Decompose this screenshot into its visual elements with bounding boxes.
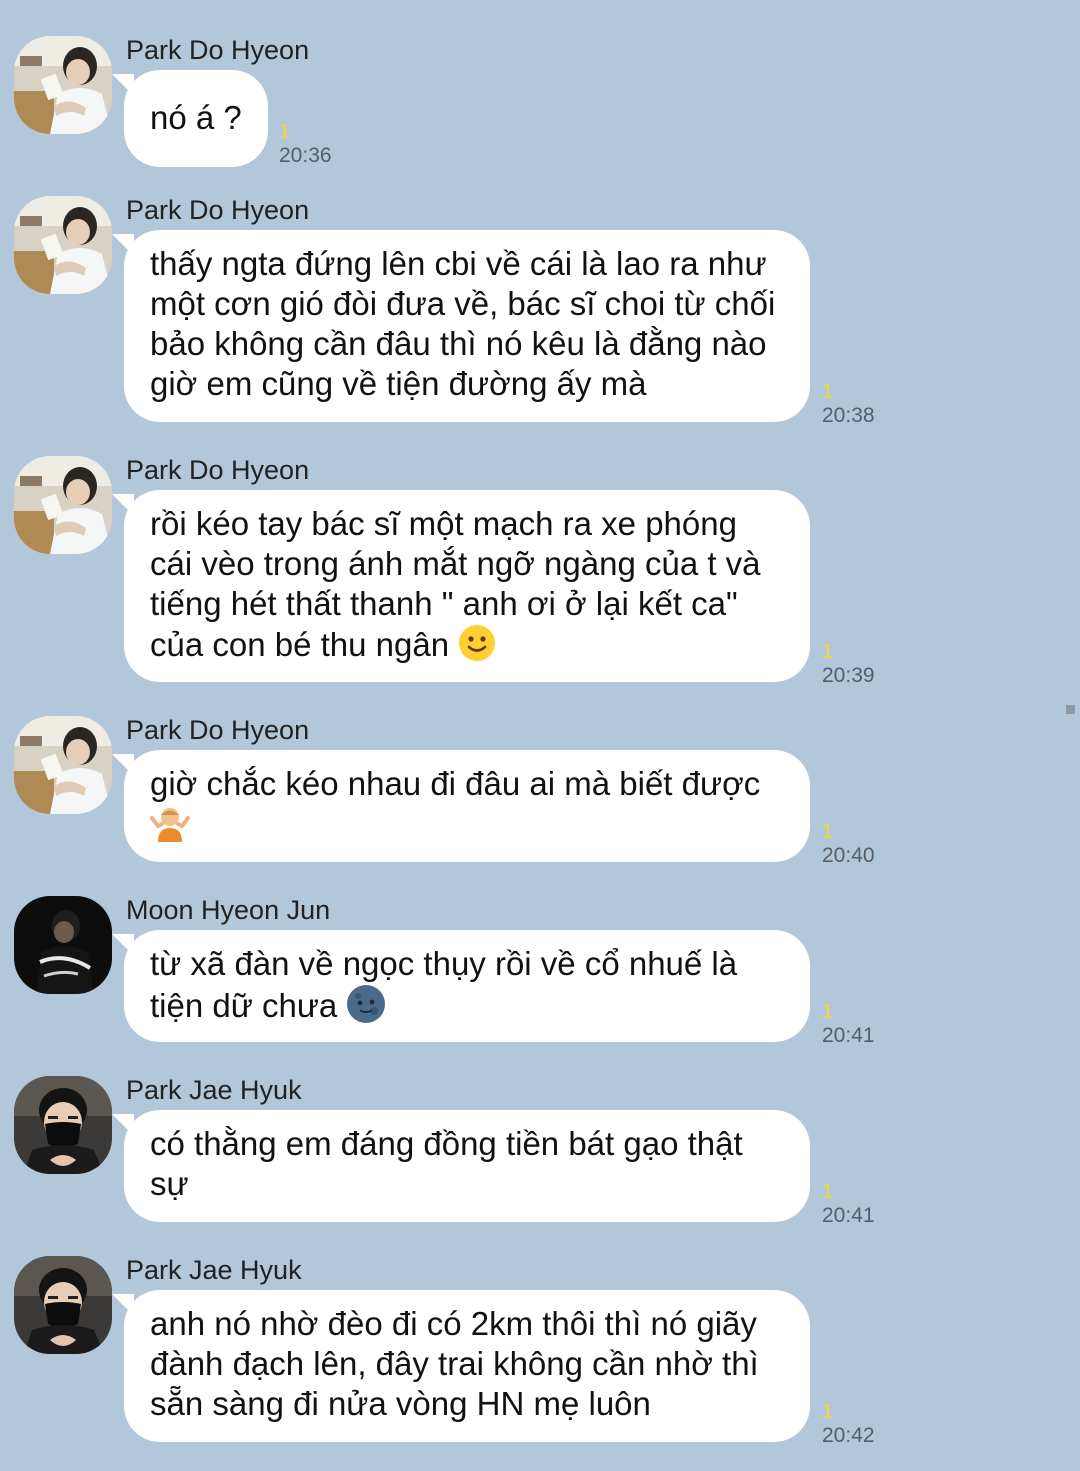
message-meta: 1 20:40 — [822, 821, 875, 869]
sender-name: Park Do Hyeon — [126, 35, 310, 65]
message-text-line: nó á ? — [150, 99, 242, 136]
message-text-line — [150, 804, 784, 851]
avatar[interactable] — [14, 456, 112, 554]
message-text-line: sẵn sàng đi nửa vòng HN mẹ luôn — [150, 1385, 651, 1422]
avatar[interactable] — [14, 1256, 112, 1354]
timestamp: 20:41 — [822, 1024, 875, 1047]
message-meta: 1 20:39 — [822, 641, 875, 689]
person-shrugging-icon — [150, 804, 190, 851]
message-text-line: từ xã đàn về ngọc thụy rồi về cổ nhuế là — [150, 945, 738, 982]
message-row: Park Jae Hyuk anh nó nhờ đèo đi có 2km t… — [0, 1254, 1080, 1449]
message-row: Park Jae Hyuk có thằng em đáng đồng tiền… — [0, 1074, 1080, 1229]
avatar[interactable] — [14, 1076, 112, 1174]
message-text-line: tiện dữ chưa — [150, 984, 784, 1033]
message-text-line: tiếng hét thất thanh " anh ơi ở lại kết … — [150, 585, 738, 622]
avatar[interactable] — [14, 716, 112, 814]
message-text-line: cái vèo trong ánh mắt ngỡ ngàng của t và — [150, 545, 761, 582]
timestamp: 20:36 — [279, 144, 332, 167]
unread-count: 1 — [822, 641, 834, 663]
avatar[interactable] — [14, 196, 112, 294]
sender-name: Park Do Hyeon — [126, 455, 310, 485]
message-bubble[interactable]: có thằng em đáng đồng tiền bát gạo thật … — [112, 1110, 810, 1222]
sender-name: Park Jae Hyuk — [126, 1075, 302, 1105]
message-meta: 1 20:42 — [822, 1401, 875, 1449]
avatar[interactable] — [14, 896, 112, 994]
message-text-line: của con bé thu ngân — [150, 624, 784, 671]
message-meta: 1 20:36 — [279, 121, 332, 169]
message-text-line: có thằng em đáng đồng tiền bát gạo thật — [150, 1125, 743, 1162]
message-text-line: giờ em cũng về tiện đường ấy mà — [150, 365, 647, 402]
message-text-line: thấy ngta đứng lên cbi về cái là lao ra … — [150, 245, 767, 282]
message-meta: 1 20:38 — [822, 381, 875, 429]
message-bubble[interactable]: rồi kéo tay bác sĩ một mạch ra xe phóng … — [112, 490, 810, 682]
message-text-fragment: tiện dữ chưa — [150, 987, 338, 1025]
message-bubble[interactable]: thấy ngta đứng lên cbi về cái là lao ra … — [112, 230, 810, 422]
message-meta: 1 20:41 — [822, 1001, 875, 1049]
message-text-line: anh nó nhờ đèo đi có 2km thôi thì nó giã… — [150, 1305, 757, 1342]
message-text-line: giờ chắc kéo nhau đi đâu ai mà biết được — [150, 765, 761, 802]
scrollbar-indicator[interactable] — [1066, 705, 1075, 714]
sender-name: Moon Hyeon Jun — [126, 895, 331, 925]
unread-count: 1 — [822, 381, 834, 403]
message-row: Park Do Hyeon giờ chắc kéo nhau đi đâu a… — [0, 714, 1080, 869]
message-text-line: sự — [150, 1165, 189, 1202]
sender-name: Park Jae Hyuk — [126, 1255, 302, 1285]
timestamp: 20:41 — [822, 1204, 875, 1227]
unread-count: 1 — [822, 1001, 834, 1023]
unread-count: 1 — [822, 1181, 834, 1203]
timestamp: 20:38 — [822, 404, 875, 427]
message-bubble[interactable]: từ xã đàn về ngọc thụy rồi về cổ nhuế là… — [112, 930, 810, 1042]
message-text-line: rồi kéo tay bác sĩ một mạch ra xe phóng — [150, 505, 737, 542]
unread-count: 1 — [822, 821, 834, 843]
message-bubble[interactable]: nó á ? — [112, 70, 268, 167]
message-text-line: đành đạch lên, đây trai không cần nhờ th… — [150, 1345, 759, 1382]
message-row: Park Do Hyeon thấy ngta đứng lên cbi về … — [0, 194, 1080, 429]
message-meta: 1 20:41 — [822, 1181, 875, 1229]
unread-count: 1 — [822, 1401, 834, 1423]
timestamp: 20:40 — [822, 844, 875, 867]
message-row: Park Do Hyeon nó á ? 1 20:36 — [0, 34, 1080, 169]
timestamp: 20:39 — [822, 664, 875, 687]
message-row: Park Do Hyeon rồi kéo tay bác sĩ một mạc… — [0, 454, 1080, 689]
message-text-line: một cơn gió đòi đưa về, bác sĩ choi từ c… — [150, 285, 776, 322]
message-text-line: bảo không cần đâu thì nó kêu là đằng nào — [150, 325, 767, 362]
sender-name: Park Do Hyeon — [126, 715, 310, 745]
message-bubble[interactable]: giờ chắc kéo nhau đi đâu ai mà biết được — [112, 750, 810, 862]
slightly-smiling-face-icon — [458, 624, 496, 671]
message-row: Moon Hyeon Jun từ xã đàn về ngọc thụy rồ… — [0, 894, 1080, 1049]
sender-name: Park Do Hyeon — [126, 195, 310, 225]
message-text-fragment: của con bé thu ngân — [150, 626, 450, 664]
avatar[interactable] — [14, 36, 112, 134]
unread-count: 1 — [279, 121, 291, 143]
message-bubble[interactable]: anh nó nhờ đèo đi có 2km thôi thì nó giã… — [112, 1290, 810, 1442]
new-moon-face-icon — [346, 984, 386, 1033]
timestamp: 20:42 — [822, 1424, 875, 1447]
